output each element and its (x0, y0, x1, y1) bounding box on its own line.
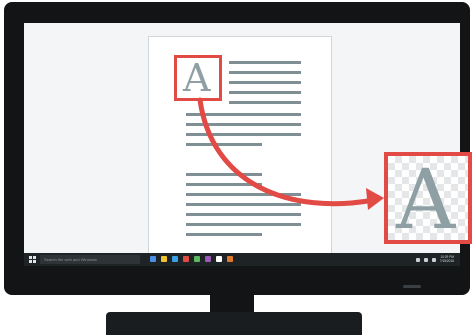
zoomed-glyph: A (396, 153, 456, 244)
illustration: Search the web and Windows 10:29 PM 7/15… (0, 0, 472, 335)
zoomed-glyph-box: A (384, 152, 472, 244)
